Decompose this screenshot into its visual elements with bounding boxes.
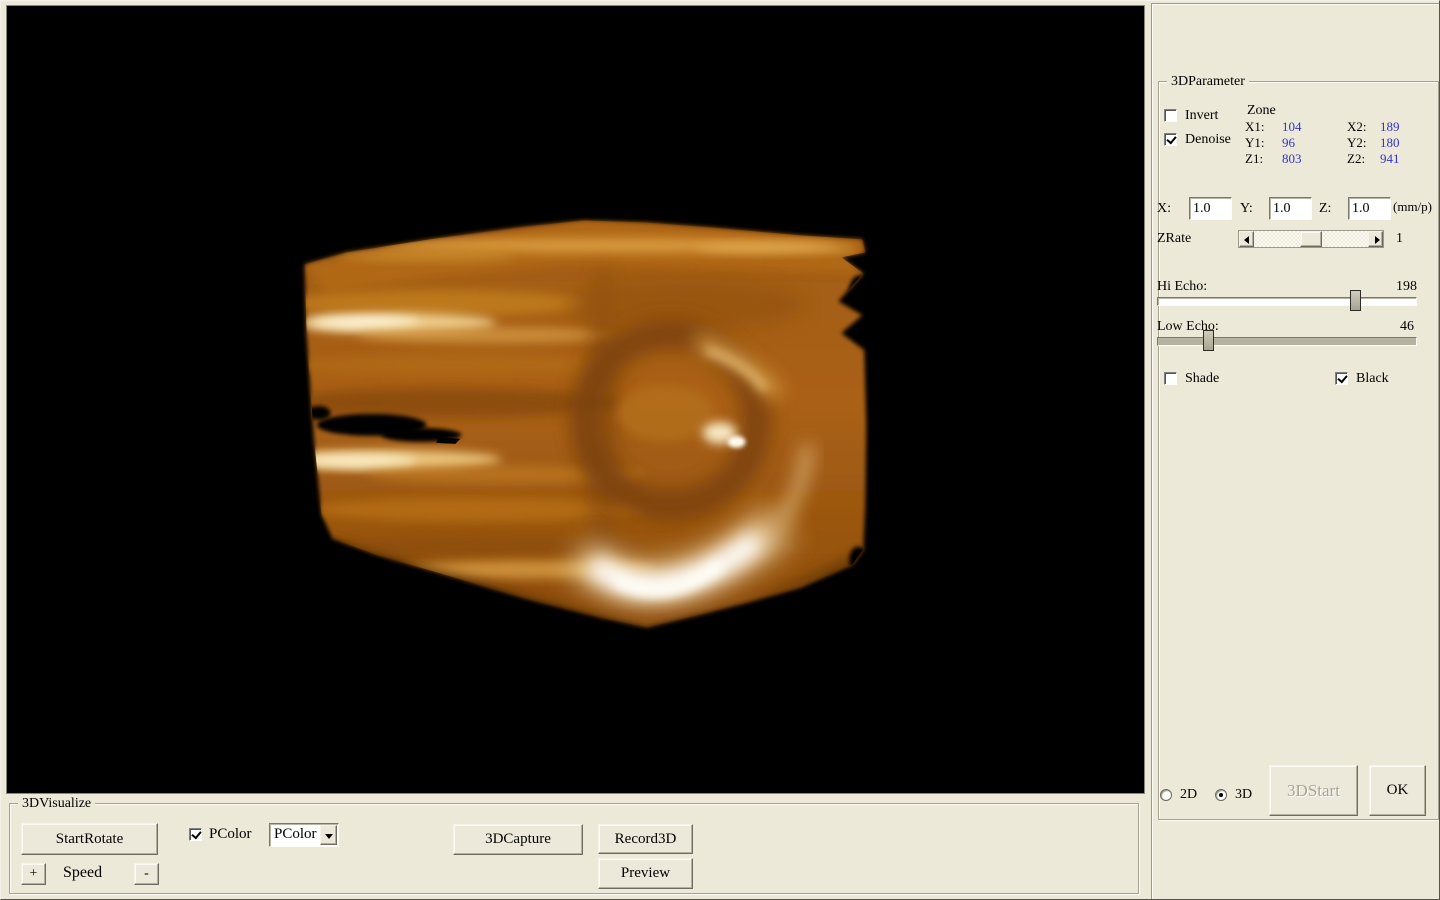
invert-label: Invert [1185,108,1218,124]
zrate-scrollbar[interactable] [1238,230,1384,248]
zone-row-x: X1: 104 X2: 189 [1245,119,1435,135]
render-viewport[interactable] [6,5,1145,794]
speed-label: Speed [63,865,102,881]
pcolor-select-value: PColor [274,826,317,843]
pcolor-select[interactable]: PColor [269,823,339,847]
zone-x1-value: 104 [1282,119,1302,135]
chevron-down-icon [325,834,333,839]
low-echo-thumb[interactable] [1203,330,1214,351]
zone-y2-value: 180 [1380,135,1400,151]
x-scale-input[interactable] [1189,197,1232,220]
zone-x2-label: X2: [1347,119,1367,135]
zone-y2-label: Y2: [1347,135,1367,151]
speed-minus-button[interactable]: - [134,863,159,885]
zone-x2-value: 189 [1380,119,1400,135]
zone-z2-value: 941 [1380,151,1400,167]
zone-y1-value: 96 [1282,135,1295,151]
zone-z2-label: Z2: [1347,151,1365,167]
app-window: 3DParameter Invert Denoise Zone X1: 104 … [0,0,1440,900]
zrate-track[interactable] [1254,231,1368,247]
mode-2d-label: 2D [1180,787,1197,803]
zone-z1-label: Z1: [1245,151,1263,167]
shade-label: Shade [1185,371,1219,387]
pcolor-checkbox[interactable] [189,828,202,841]
low-echo-value: 46 [1379,319,1414,335]
zrate-left-arrow-button[interactable] [1239,231,1254,247]
pcolor-label: PColor [209,826,252,842]
start-rotate-button[interactable]: StartRotate [21,823,158,855]
left-arrow-icon [1244,236,1249,244]
speed-plus-button[interactable]: + [21,863,46,885]
hi-echo-thumb[interactable] [1350,290,1361,311]
3dstart-button[interactable]: 3DStart [1269,765,1358,816]
zrate-value: 1 [1396,231,1403,247]
zone-y1-label: Y1: [1245,135,1265,151]
shade-checkbox[interactable] [1164,372,1177,385]
low-echo-slider[interactable] [1157,337,1417,346]
zone-z1-value: 803 [1282,151,1302,167]
black-checkbox[interactable] [1335,372,1348,385]
denoise-label: Denoise [1185,132,1231,148]
ok-button[interactable]: OK [1369,765,1426,816]
volume-render [7,6,1144,793]
mode-2d-radio[interactable] [1160,789,1172,801]
invert-checkbox[interactable] [1164,109,1177,122]
hi-echo-slider[interactable] [1157,297,1417,306]
denoise-checkbox[interactable] [1164,133,1177,146]
zrate-right-arrow-button[interactable] [1368,231,1383,247]
right-arrow-icon [1375,236,1380,244]
zone-x1-label: X1: [1245,119,1265,135]
hi-echo-value: 198 [1382,279,1417,295]
zrate-label: ZRate [1157,231,1191,247]
3dparameter-groupbox: 3DParameter [1158,81,1439,820]
pcolor-select-dropdown-button[interactable] [320,825,337,845]
zone-title: Zone [1247,103,1276,119]
zone-row-y: Y1: 96 Y2: 180 [1245,135,1435,151]
parameter-panel: 3DParameter Invert Denoise Zone X1: 104 … [1151,3,1439,899]
z-scale-input[interactable] [1348,197,1391,220]
z-scale-label: Z: [1319,201,1331,217]
y-scale-label: Y: [1240,201,1253,217]
scale-unit-label: (mm/p) [1393,199,1432,215]
y-scale-input[interactable] [1269,197,1312,220]
3dvisualize-title: 3DVisualize [18,795,95,812]
preview-button[interactable]: Preview [598,858,693,889]
x-scale-label: X: [1157,201,1171,217]
3dparameter-title: 3DParameter [1167,73,1249,90]
mode-3d-label: 3D [1235,787,1252,803]
zrate-thumb[interactable] [1300,231,1322,247]
3dcapture-button[interactable]: 3DCapture [453,824,583,855]
black-label: Black [1356,371,1389,387]
hi-echo-label: Hi Echo: [1157,279,1207,295]
zone-row-z: Z1: 803 Z2: 941 [1245,151,1435,167]
mode-3d-radio[interactable] [1215,789,1227,801]
record3d-button[interactable]: Record3D [598,824,693,854]
